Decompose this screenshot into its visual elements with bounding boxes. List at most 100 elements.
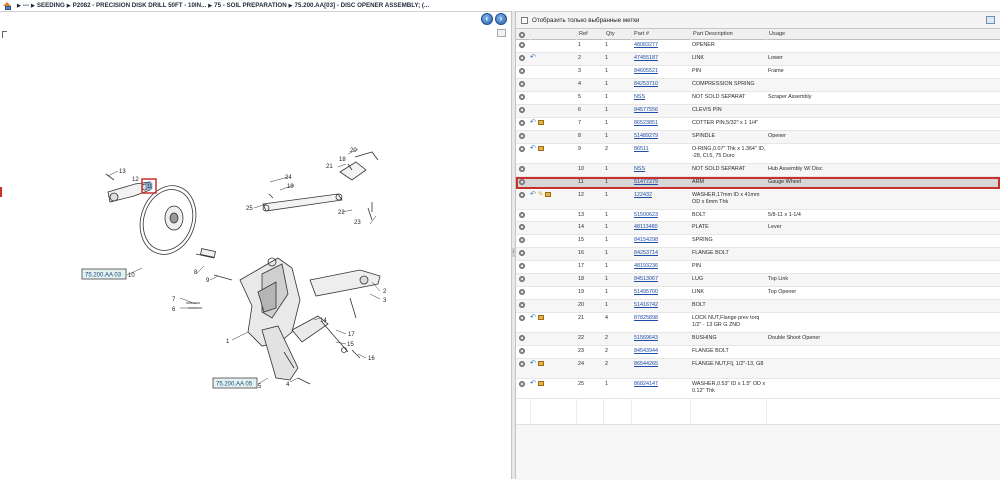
table-row[interactable]: ↶ 24 2 86544265 FLANGE NUT,Fl|, 1/2"-13, G8 [516, 359, 1000, 379]
part-number-link[interactable]: 86511 [634, 146, 689, 153]
package-box-icon[interactable] [538, 145, 544, 151]
part-number-link[interactable]: 84253710 [634, 81, 689, 88]
table-row[interactable]: 5 1 NSS NOT SOLD SEPARAT Scraper Assembly [516, 91, 1000, 105]
row-settings-gear-icon[interactable] [519, 178, 525, 185]
reference-callout-top[interactable]: 75.200.AA 03 [81, 268, 127, 280]
row-settings-gear-icon[interactable] [519, 250, 525, 257]
part-number-link[interactable]: 51477279 [634, 179, 689, 186]
header-ref[interactable]: Ref [576, 29, 603, 40]
row-settings-gear-icon[interactable] [519, 237, 525, 244]
package-box-icon[interactable] [538, 361, 544, 366]
table-row[interactable]: 8 1 51489279 SPINDLE Opener [516, 130, 1000, 144]
history-arrow-icon[interactable]: ↶ [530, 380, 536, 387]
part-number-link[interactable]: 51495700 [634, 289, 689, 296]
reference-callout-top-label[interactable]: 75.200.AA 03 [85, 273, 122, 279]
table-row[interactable]: 10 1 NSS NOT SOLD SEPARAT Hub Assembly W/ Di… [516, 163, 1000, 177]
breadcrumb-item[interactable]: 75 - SOIL PREPARATION [214, 2, 287, 9]
header-part-description[interactable]: Part Description [690, 29, 766, 40]
row-settings-gear-icon[interactable] [519, 361, 525, 367]
row-settings-gear-icon[interactable] [519, 315, 525, 322]
part-number-link[interactable]: 84253714 [634, 250, 689, 257]
table-row[interactable]: 16 1 84253714 FLANGE BOLT [516, 248, 1000, 262]
part-number-link[interactable]: NSS [634, 94, 689, 101]
part-number-link[interactable]: NSS [634, 166, 689, 173]
header-usage[interactable]: Usage [766, 29, 1000, 40]
part-number-link[interactable]: 84154298 [634, 237, 689, 244]
part-number-link[interactable]: 86523851 [634, 120, 689, 127]
table-row[interactable]: 17 1 48193236 PIN [516, 261, 1000, 275]
row-settings-gear-icon[interactable] [519, 145, 525, 152]
row-settings-gear-icon[interactable] [519, 42, 525, 48]
show-selected-only-checkbox[interactable] [521, 16, 528, 24]
part-number-link[interactable]: 51489279 [634, 133, 689, 140]
history-arrow-icon[interactable]: ↶ [530, 54, 536, 61]
breadcrumb-item[interactable]: P2082 - PRECISION DISK DRILL 50FT - 10IN… [73, 2, 207, 9]
breadcrumb-item[interactable]: --- [23, 2, 29, 9]
table-row[interactable]: ↶ 9 2 86511 O-RING,0.07" Thk x 1.364" ID, -2… [516, 143, 1000, 164]
reference-callout-bottom-label[interactable]: 75.200.AA 05 [216, 382, 253, 388]
table-row-selected[interactable]: 11 1 51477279 ARM Gauge Wheel [516, 176, 1000, 190]
reference-callout-bottom[interactable]: 75.200.AA 05 [212, 377, 258, 389]
table-row[interactable]: 18 1 84513067 LUG Top Link [516, 274, 1000, 288]
history-arrow-icon[interactable]: ↶ [530, 360, 536, 367]
table-row[interactable]: 15 1 84154298 SPRING [516, 235, 1000, 249]
part-number-link[interactable]: 47455187 [634, 55, 689, 62]
row-settings-gear-icon[interactable] [519, 54, 525, 61]
row-settings-gear-icon[interactable] [519, 132, 525, 139]
part-number-link[interactable]: 84605521 [634, 68, 689, 75]
row-settings-gear-icon[interactable] [519, 191, 525, 198]
table-row[interactable]: 23 2 84543944 FLANGE BOLT [516, 346, 1000, 359]
part-number-link[interactable]: 84577556 [634, 107, 689, 114]
part-number-link[interactable]: 86824147 [634, 381, 689, 388]
row-settings-gear-icon[interactable] [519, 106, 525, 113]
history-arrow-icon[interactable]: ↶ [530, 314, 536, 321]
table-row[interactable]: ↶ 25 1 86824147 WASHER,0.53" ID x 1.5" OD x … [516, 379, 1000, 399]
table-row[interactable]: 3 1 84605521 PIN Frame [516, 65, 1000, 79]
part-number-link[interactable]: 122432 [634, 192, 689, 199]
package-box-icon[interactable] [538, 315, 544, 321]
row-settings-gear-icon[interactable] [519, 93, 525, 100]
table-row[interactable]: ↶ 7 1 86523851 COTTER PIN,5/32" x 1 1/4" [516, 117, 1000, 131]
table-row[interactable]: 22 2 51569643 BUSHING Double Shoot Opener [516, 333, 1000, 347]
export-icon[interactable] [986, 16, 995, 24]
part-number-link[interactable]: 84543944 [634, 348, 689, 355]
table-row[interactable]: 14 1 48113480 PLATE Lever [516, 222, 1000, 236]
package-box-icon[interactable] [538, 119, 544, 125]
header-part-number[interactable]: Part # [631, 29, 690, 40]
table-row[interactable]: 1 1 48083277 OPENER [516, 40, 1000, 53]
part-number-link[interactable]: 86544265 [634, 361, 689, 368]
row-settings-gear-icon[interactable] [519, 276, 525, 283]
table-row[interactable]: ↶ 21 4 87825898 LOCK NUT,Flange prev torq 1/… [516, 313, 1000, 334]
row-settings-gear-icon[interactable] [519, 348, 525, 355]
part-number-link[interactable]: 84513067 [634, 276, 689, 283]
table-row[interactable]: ↶ ✎ 12 1 122432 WASHER,17mm ID x 41mm OD x 6m… [516, 189, 1000, 210]
row-settings-gear-icon[interactable] [519, 302, 525, 309]
part-number-link[interactable]: 48083277 [634, 42, 689, 49]
collapse-arrow-icon[interactable]: ‹ [512, 248, 515, 257]
table-row[interactable]: 13 1 51500623 BOLT 5/8-11 x 1-1/4 [516, 209, 1000, 223]
table-row[interactable]: 19 1 51495700 LINK Top Opener [516, 287, 1000, 301]
row-settings-gear-icon[interactable] [519, 289, 525, 296]
part-number-link[interactable]: 48113480 [634, 224, 689, 231]
row-settings-gear-icon[interactable] [519, 263, 525, 270]
row-settings-gear-icon[interactable] [519, 211, 525, 218]
row-settings-gear-icon[interactable] [519, 80, 525, 87]
home-icon[interactable] [3, 1, 12, 10]
row-settings-gear-icon[interactable] [519, 381, 525, 387]
row-settings-gear-icon[interactable] [519, 335, 525, 342]
row-settings-gear-icon[interactable] [519, 165, 525, 172]
breadcrumb-item[interactable]: 75.200.AA[03] - DISC OPENER ASSEMBLY; (.… [295, 2, 430, 9]
table-row[interactable]: ↶ 2 1 47455187 LINK Lower [516, 52, 1000, 66]
package-box-icon[interactable] [538, 381, 544, 386]
table-row[interactable]: 20 1 51416742 BOLT [516, 300, 1000, 314]
table-row[interactable]: 4 1 84253710 COMPRESSION SPRING [516, 78, 1000, 92]
part-number-link[interactable]: 51500623 [634, 212, 689, 219]
row-settings-gear-icon[interactable] [519, 224, 525, 231]
row-settings-gear-icon[interactable] [519, 67, 525, 74]
row-settings-gear-icon[interactable] [519, 119, 525, 126]
breadcrumb-item[interactable]: SEEDING [37, 2, 65, 9]
part-number-link[interactable]: 87825898 [634, 315, 689, 322]
settings-gear-icon[interactable] [519, 31, 525, 38]
history-arrow-icon[interactable]: ↶ [530, 145, 536, 152]
table-row[interactable]: 6 1 84577556 CLEVIS PIN [516, 104, 1000, 118]
